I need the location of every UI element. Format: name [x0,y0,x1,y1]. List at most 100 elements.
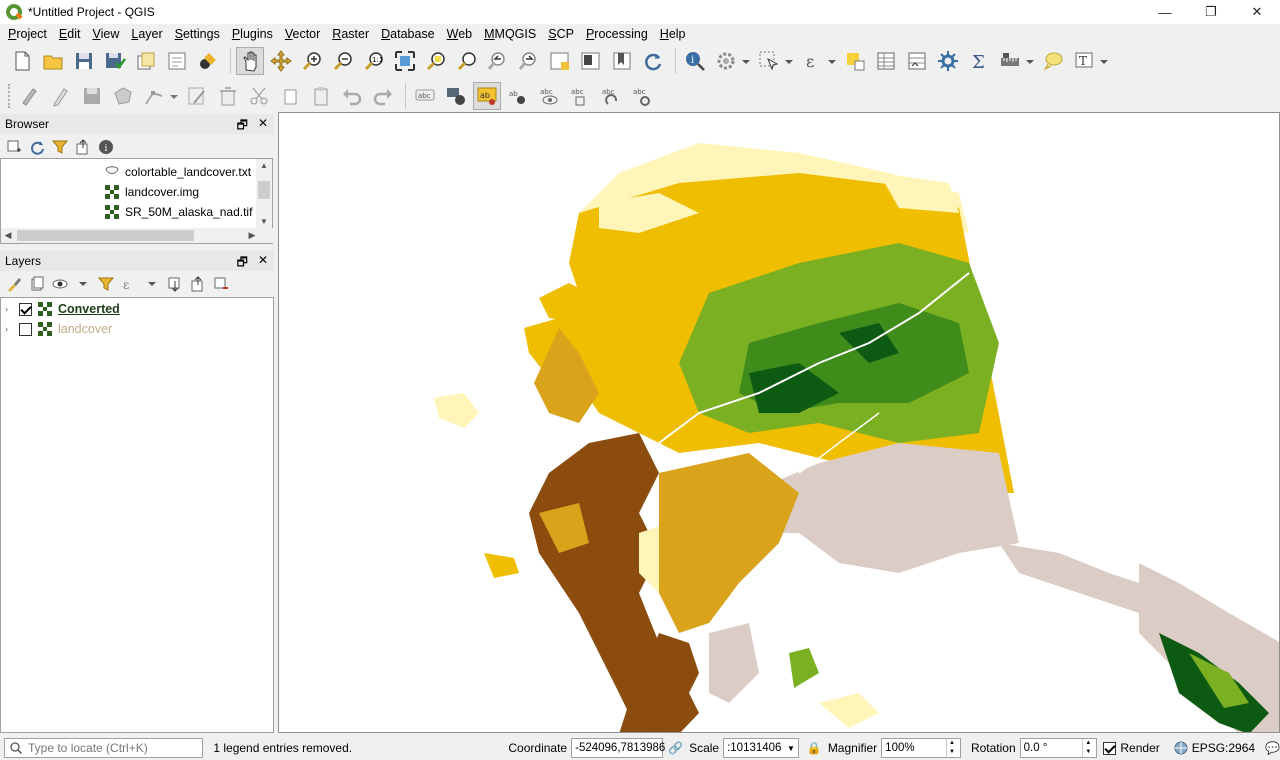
current-edits-icon[interactable] [16,82,44,110]
label-properties-icon[interactable]: abc [628,82,656,110]
chevron-down-icon[interactable] [142,274,162,294]
messages-icon[interactable]: 💬 [1265,741,1280,755]
menu-mmqgis[interactable]: MMQGIS [478,27,542,41]
new-project-icon[interactable] [8,47,36,75]
expand-arrow-icon[interactable]: › [5,304,13,314]
zoom-full-icon[interactable] [391,47,419,75]
expand-all-icon[interactable] [165,274,185,294]
highlight-labels-icon[interactable]: ab [473,82,501,110]
browser-horizontal-scrollbar[interactable]: ◀ ▶ [1,228,273,243]
scroll-thumb[interactable] [17,230,194,241]
save-project-icon[interactable] [70,47,98,75]
manage-themes-icon[interactable] [50,274,70,294]
save-as-icon[interactable] [101,47,129,75]
remove-layer-icon[interactable] [211,274,231,294]
pan-hand-icon[interactable] [236,47,264,75]
minimize-button[interactable]: — [1142,0,1188,24]
refresh-icon[interactable] [27,137,47,157]
collapse-all-icon[interactable] [73,137,93,157]
layout-manager-icon[interactable] [163,47,191,75]
add-group-icon[interactable] [27,274,47,294]
spin-up-icon[interactable]: ▲ [1082,739,1093,748]
filter-by-expression-icon[interactable]: ε [119,274,139,294]
menu-layer[interactable]: Layer [125,27,168,41]
menu-vector[interactable]: Vector [279,27,326,41]
layer-item[interactable]: › Converted [5,299,120,319]
magnifier-spinbox[interactable]: 100% ▲ ▼ [881,738,961,758]
menu-help[interactable]: Help [654,27,692,41]
menu-scp[interactable]: SCP [542,27,580,41]
scroll-left-icon[interactable]: ◀ [1,228,15,243]
spin-down-icon[interactable]: ▼ [1082,748,1093,757]
scroll-thumb[interactable] [258,181,270,199]
layer-styling-icon[interactable] [4,274,24,294]
toolbar-grip[interactable] [8,84,12,108]
text-annotation-icon[interactable]: T [1070,47,1098,75]
select-by-expression-icon[interactable]: ε [798,47,826,75]
menu-edit[interactable]: Edit [53,27,87,41]
zoom-last-icon[interactable] [484,47,512,75]
browser-file-item[interactable]: colortable_landcover.txt [105,162,251,182]
menu-web[interactable]: Web [441,27,478,41]
processing-toolbox-icon[interactable] [934,47,962,75]
crs-button[interactable]: EPSG:2964 [1192,741,1255,755]
browser-file-item[interactable]: landcover.img [105,182,199,202]
paste-features-icon[interactable] [307,82,335,110]
locator-search[interactable]: Type to locate (Ctrl+K) [4,738,204,758]
deselect-icon[interactable] [841,47,869,75]
chevron-down-icon[interactable] [783,47,795,75]
filter-legend-icon[interactable] [96,274,116,294]
layers-tree[interactable]: › Converted › landcover [0,297,274,733]
new-3d-view-icon[interactable] [577,47,605,75]
add-polygon-icon[interactable] [109,82,137,110]
delete-selected-icon[interactable] [214,82,242,110]
layer-visibility-checkbox[interactable] [19,322,32,336]
scale-combo[interactable]: :10131406 ▼ [723,738,799,758]
render-checkbox[interactable] [1103,741,1117,755]
menu-processing[interactable]: Processing [580,27,654,41]
modify-attributes-icon[interactable] [183,82,211,110]
close-button[interactable]: ✕ [1234,0,1280,24]
restore-button[interactable]: ❐ [1188,0,1234,24]
new-map-view-icon[interactable] [546,47,574,75]
identify-icon[interactable]: i [681,47,709,75]
chevron-down-icon[interactable] [740,47,752,75]
zoom-out-icon[interactable] [329,47,357,75]
browser-file-item[interactable]: SR_50M_alaska_nad.tif [105,202,252,222]
menu-project[interactable]: Project [2,27,53,41]
run-action-icon[interactable] [712,47,740,75]
save-edits-icon[interactable] [78,82,106,110]
browser-vertical-scrollbar[interactable]: ▲ ▼ [256,159,272,229]
chevron-down-icon[interactable] [168,82,180,110]
expand-arrow-icon[interactable]: › [5,324,13,334]
scroll-right-icon[interactable]: ▶ [245,228,259,243]
move-label-icon[interactable]: ab [504,82,532,110]
lock-scale-icon[interactable]: 🔒 [807,741,822,755]
chevron-down-icon[interactable]: ▼ [787,744,795,753]
redo-icon[interactable] [369,82,397,110]
scroll-up-icon[interactable]: ▲ [256,159,272,173]
zoom-native-icon[interactable]: 1:1 [360,47,388,75]
label-tool-icon[interactable]: abc [411,82,439,110]
add-selected-layers-icon[interactable] [4,137,24,157]
menu-view[interactable]: View [86,27,125,41]
rotate-label-icon[interactable]: abc [566,82,594,110]
zoom-next-icon[interactable] [515,47,543,75]
zoom-in-icon[interactable] [298,47,326,75]
zoom-to-layer-icon[interactable] [453,47,481,75]
toggle-editing-icon[interactable] [47,82,75,110]
show-hide-labels-icon[interactable]: abc [535,82,563,110]
pan-to-selection-icon[interactable] [267,47,295,75]
change-label-icon[interactable]: abc [597,82,625,110]
info-icon[interactable]: i [96,137,116,157]
select-features-icon[interactable] [755,47,783,75]
bookmark-icon[interactable] [608,47,636,75]
chevron-down-icon[interactable] [1024,47,1036,75]
statistics-sigma-icon[interactable]: Σ [965,47,993,75]
chevron-down-icon[interactable] [1098,47,1110,75]
filter-icon[interactable] [50,137,70,157]
browser-tree[interactable]: colortable_landcover.txt landcover.img S… [0,158,273,244]
menu-plugins[interactable]: Plugins [226,27,279,41]
menu-raster[interactable]: Raster [326,27,375,41]
chevron-down-icon[interactable] [73,274,93,294]
